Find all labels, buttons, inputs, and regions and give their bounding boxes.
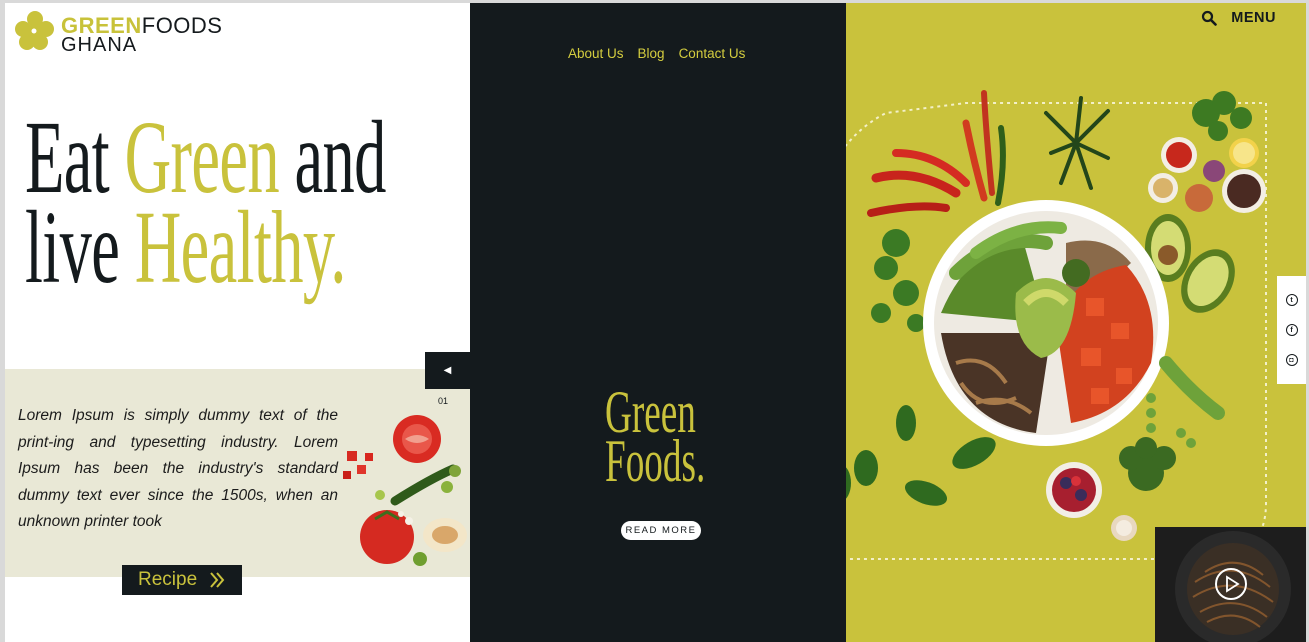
logo[interactable]: GREENFOODS GHANA <box>13 9 222 57</box>
clover-logo-icon <box>15 11 54 50</box>
video-thumbnail[interactable] <box>1155 527 1306 642</box>
search-icon[interactable] <box>1201 10 1218 26</box>
main-nav: About Us Blog Contact Us <box>568 46 745 61</box>
double-chevron-right-icon <box>210 572 225 588</box>
facebook-icon[interactable]: f <box>1285 324 1298 336</box>
feature-title: Green Foods. <box>605 379 706 494</box>
nav-about-us[interactable]: About Us <box>568 46 624 61</box>
nav-contact-us[interactable]: Contact Us <box>679 46 746 61</box>
hero-headline: Eat Green and live Healthy. <box>25 100 386 305</box>
vegetables-image <box>343 415 467 566</box>
read-more-button[interactable]: READ MORE <box>621 521 701 540</box>
instagram-icon[interactable]: ◘ <box>1285 354 1298 366</box>
intro-text: Lorem Ipsum is simply dummy text of the … <box>18 407 338 530</box>
logo-subtitle: GHANA <box>61 34 138 56</box>
recipe-button-label: Recipe <box>138 569 198 590</box>
social-bar: t f ◘ <box>1277 276 1306 384</box>
intro-box: Lorem Ipsum is simply dummy text of the … <box>5 369 470 577</box>
play-icon[interactable] <box>1214 567 1248 601</box>
nav-blog[interactable]: Blog <box>638 46 665 61</box>
menu-button[interactable]: MENU <box>1231 10 1276 26</box>
slider-current-number: 01 <box>438 396 449 406</box>
recipe-button[interactable]: Recipe <box>122 565 242 595</box>
twitter-icon[interactable]: t <box>1285 294 1298 306</box>
left-panel: GREENFOODS GHANA Eat Green and live Heal… <box>5 3 470 642</box>
slider-prev-button[interactable]: ◀ <box>425 352 470 389</box>
header-bar: MENU <box>1201 10 1276 26</box>
page: GREENFOODS GHANA Eat Green and live Heal… <box>5 3 1306 642</box>
right-panel: MENU t f ◘ <box>846 3 1306 642</box>
middle-panel: About Us Blog Contact Us Green Foods. RE… <box>470 3 846 642</box>
triangle-left-icon: ◀ <box>443 365 452 376</box>
